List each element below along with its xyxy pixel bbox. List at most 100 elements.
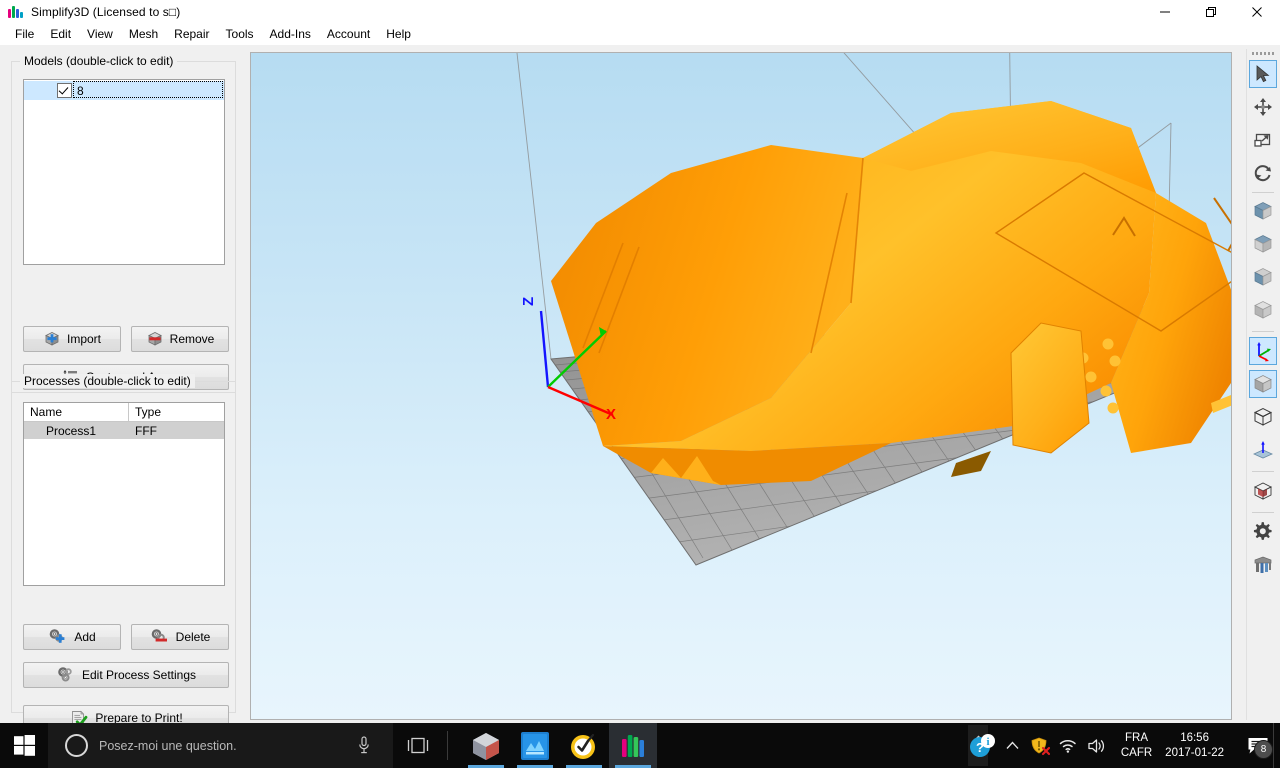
taskbar-app-antivirus[interactable] — [560, 723, 608, 768]
models-group: Models (double-click to edit) 8 Import R… — [11, 54, 236, 393]
table-header: Name Type — [24, 403, 224, 422]
cross-section-tool[interactable] — [1249, 477, 1277, 505]
tray-language-line1: FRA — [1125, 731, 1149, 744]
taskbar-app-simplify3d[interactable] — [609, 723, 657, 768]
extruders-tool[interactable] — [1249, 551, 1277, 579]
menu-view[interactable]: View — [79, 25, 121, 44]
taskbar-divider — [447, 731, 448, 760]
models-group-title: Models (double-click to edit) — [20, 54, 178, 68]
normal-arrow-icon — [1253, 441, 1273, 459]
menu-repair[interactable]: Repair — [166, 25, 217, 44]
column-header-name[interactable]: Name — [24, 403, 129, 421]
task-view-button[interactable] — [396, 723, 439, 768]
cursor-arrow-icon — [1256, 65, 1270, 83]
model-checkbox[interactable] — [57, 83, 72, 98]
taskbar-app-blue[interactable] — [511, 723, 559, 768]
menu-mesh[interactable]: Mesh — [121, 25, 166, 44]
gears-minus-icon — [151, 629, 167, 642]
window-controls — [1142, 0, 1280, 24]
menu-edit[interactable]: Edit — [42, 25, 79, 44]
list-item[interactable]: 8 — [24, 81, 224, 100]
cross-section-cube-icon — [1253, 482, 1273, 500]
table-row[interactable]: Process1 FFF — [24, 422, 224, 439]
taskbar: Posez-moi une question. i ? FRA CAFR 16:… — [0, 723, 1280, 768]
cortana-search[interactable]: Posez-moi une question. — [48, 723, 393, 768]
tray-time: 16:56 — [1180, 731, 1209, 744]
menu-add-ins[interactable]: Add-Ins — [262, 25, 319, 44]
minimize-button[interactable] — [1142, 0, 1188, 24]
tray-date: 2017-01-22 — [1165, 746, 1224, 759]
yellow-check-icon — [571, 733, 595, 759]
solid-view-tool[interactable] — [1249, 370, 1277, 398]
close-button[interactable] — [1234, 0, 1280, 24]
scale-tool[interactable] — [1249, 126, 1277, 154]
normals-view-tool[interactable] — [1249, 436, 1277, 464]
rotate-tool[interactable] — [1249, 159, 1277, 187]
menu-file[interactable]: File — [7, 25, 42, 44]
cube-minus-icon — [147, 332, 162, 346]
taskbar-app-3dbuilder[interactable] — [462, 723, 510, 768]
task-view-icon — [407, 737, 428, 754]
tray-show-hidden-icon[interactable] — [1000, 723, 1026, 768]
add-process-button[interactable]: Add — [23, 624, 121, 650]
remove-button-label: Remove — [169, 332, 215, 346]
start-button[interactable] — [0, 723, 48, 768]
delete-process-button-label: Delete — [175, 630, 211, 644]
column-header-type[interactable]: Type — [129, 403, 224, 421]
menu-account[interactable]: Account — [319, 25, 378, 44]
remove-button[interactable]: Remove — [131, 326, 229, 352]
scale-icon — [1254, 133, 1271, 147]
gears-plus-icon — [50, 629, 65, 643]
extruders-icon — [1254, 556, 1272, 573]
edit-process-settings-button[interactable]: Edit Process Settings — [23, 662, 229, 688]
settings-tool[interactable] — [1249, 518, 1277, 546]
cube-plus-icon — [45, 332, 59, 346]
process-type-cell: FFF — [135, 423, 157, 438]
view-side-tool[interactable] — [1249, 263, 1277, 291]
tray-language-indicator[interactable]: FRA CAFR — [1112, 723, 1161, 768]
right-toolbar — [1246, 49, 1279, 720]
rotate-icon — [1254, 165, 1271, 182]
tray-language-line2: CAFR — [1120, 746, 1153, 759]
processes-table[interactable]: Name Type Process1 FFF — [23, 402, 225, 586]
move-tool[interactable] — [1249, 93, 1277, 121]
maximize-button[interactable] — [1188, 0, 1234, 24]
tray-volume-icon[interactable] — [1082, 723, 1112, 768]
menu-tools[interactable]: Tools — [218, 25, 262, 44]
solid-cube-icon — [1254, 375, 1272, 393]
tray-info-icon[interactable]: i ? — [964, 723, 1000, 768]
3d-viewport[interactable]: Z X — [250, 52, 1232, 720]
show-axes-tool[interactable] — [1249, 337, 1277, 365]
svg-text:?: ? — [976, 740, 984, 755]
wireframe-view-tool[interactable] — [1249, 403, 1277, 431]
windows-logo-icon — [13, 735, 35, 756]
microphone-icon[interactable] — [357, 736, 371, 755]
shield-alert-icon — [1031, 737, 1050, 755]
view-front-tool[interactable] — [1249, 197, 1277, 225]
gear-icon — [1253, 522, 1272, 540]
gears-icon — [58, 667, 72, 682]
svg-text:i: i — [986, 736, 989, 748]
model-label: 8 — [77, 83, 84, 98]
model-focus-outline — [73, 81, 223, 98]
blue-app-icon — [521, 731, 549, 760]
simplify3d-logo-icon — [8, 4, 24, 20]
select-tool[interactable] — [1249, 60, 1277, 88]
view-top-tool[interactable] — [1249, 230, 1277, 258]
simplify3d-window: Simplify3D (Licensed to s□) File Edit Vi… — [0, 0, 1280, 768]
import-button[interactable]: Import — [23, 326, 121, 352]
show-desktop-button[interactable] — [1273, 723, 1280, 768]
view-iso-tool[interactable] — [1249, 296, 1277, 324]
title-bar: Simplify3D (Licensed to s□) — [0, 0, 1280, 24]
wifi-icon — [1059, 740, 1076, 753]
delete-process-button[interactable]: Delete — [131, 624, 229, 650]
cortana-circle-icon — [65, 734, 88, 757]
models-list[interactable]: 8 — [23, 79, 225, 265]
menu-help[interactable]: Help — [378, 25, 419, 44]
tray-security-icon[interactable] — [1026, 723, 1054, 768]
process-name-cell: Process1 — [46, 423, 97, 438]
add-process-button-label: Add — [74, 630, 96, 644]
toolbar-grip-handle[interactable] — [1250, 51, 1276, 57]
tray-network-icon[interactable] — [1054, 723, 1082, 768]
tray-clock[interactable]: 16:56 2017-01-22 — [1161, 723, 1236, 768]
